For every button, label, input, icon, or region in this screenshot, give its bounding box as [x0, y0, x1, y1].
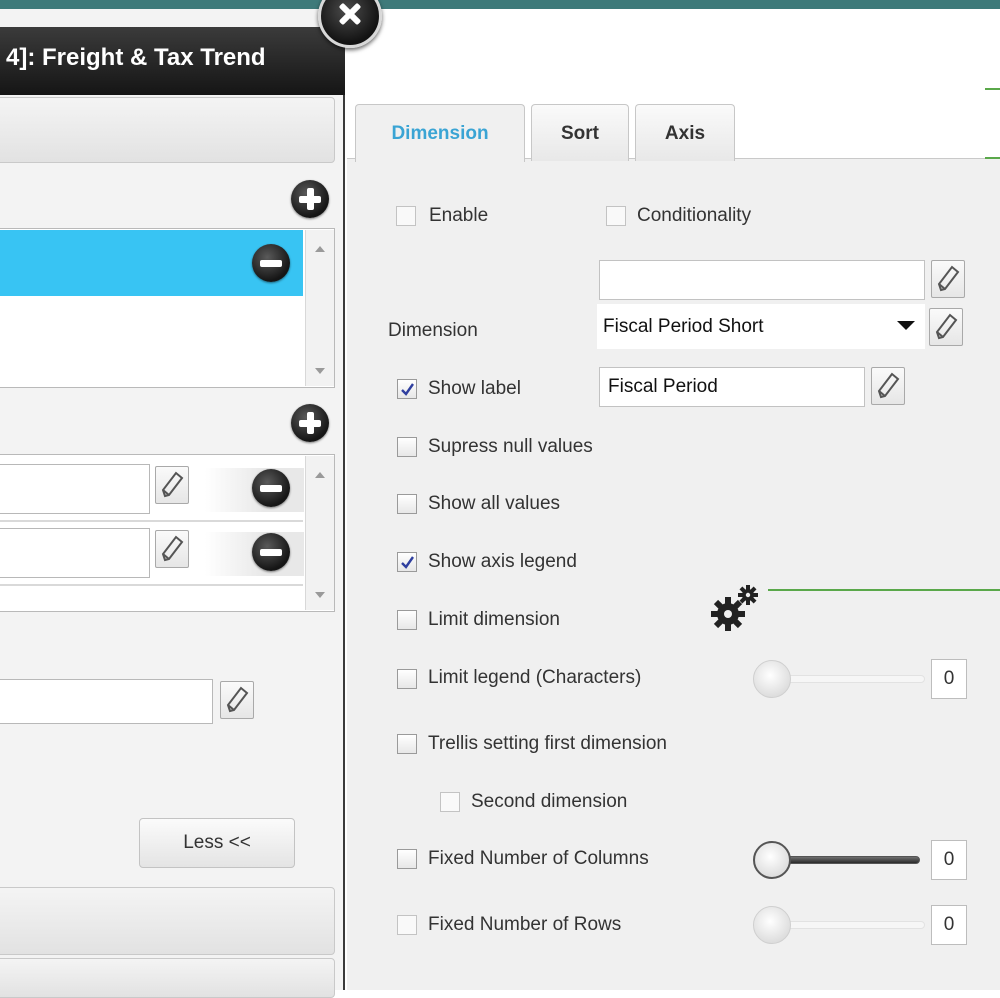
section-header[interactable]	[0, 97, 335, 163]
show-axis-legend-checkbox[interactable]	[397, 552, 417, 572]
conditionality-checkbox[interactable]	[606, 206, 626, 226]
bottom-field[interactable]	[0, 679, 213, 724]
show-label-label: Show label	[428, 378, 521, 399]
enable-label: Enable	[429, 205, 489, 226]
fixed-columns-slider-handle[interactable]	[753, 841, 791, 879]
dimension-select[interactable]: Fiscal Period Short	[597, 304, 925, 349]
show-axis-legend-label: Show axis legend	[428, 551, 577, 572]
show-label-checkbox[interactable]	[397, 379, 417, 399]
fixed-rows-slider-track[interactable]	[768, 921, 925, 929]
edit-pencil-icon[interactable]	[871, 367, 905, 405]
fixed-columns-value[interactable]: 0	[931, 840, 967, 880]
limit-legend-slider-track[interactable]	[768, 675, 925, 683]
trellis-first-checkbox[interactable]	[397, 734, 417, 754]
fixed-rows-checkbox[interactable]	[397, 915, 417, 935]
section-header[interactable]	[0, 958, 335, 998]
scroll-down-icon[interactable]	[315, 368, 325, 374]
edit-pencil-icon[interactable]	[931, 260, 965, 298]
expression-field[interactable]	[0, 464, 150, 514]
remove-icon[interactable]	[252, 244, 290, 282]
edit-pencil-icon[interactable]	[155, 466, 189, 504]
fixed-rows-label: Fixed Number of Rows	[428, 914, 622, 935]
remove-icon[interactable]	[252, 533, 290, 571]
condition-field[interactable]	[599, 260, 925, 300]
scroll-up-icon[interactable]	[315, 472, 325, 478]
edit-pencil-icon[interactable]	[220, 681, 254, 719]
scroll-down-icon[interactable]	[315, 592, 325, 598]
tab-axis[interactable]: Axis	[635, 104, 735, 161]
remove-icon[interactable]	[252, 469, 290, 507]
second-dimension-label: Second dimension	[471, 791, 628, 812]
fixed-columns-label: Fixed Number of Columns	[428, 848, 649, 869]
show-all-values-label: Show all values	[428, 493, 561, 514]
add-icon[interactable]	[291, 404, 329, 442]
suppress-null-label: Supress null values	[428, 436, 593, 457]
less-button[interactable]: Less <<	[139, 818, 295, 868]
enable-checkbox[interactable]	[396, 206, 416, 226]
limit-legend-checkbox[interactable]	[397, 669, 417, 689]
edit-pencil-icon[interactable]	[929, 308, 963, 346]
fixed-columns-checkbox[interactable]	[397, 849, 417, 869]
conditionality-label: Conditionality	[637, 205, 752, 226]
show-all-values-checkbox[interactable]	[397, 494, 417, 514]
top-bar	[0, 0, 1000, 9]
list-scrollbar[interactable]	[305, 230, 334, 386]
trellis-first-label: Trellis setting first dimension	[428, 733, 667, 754]
scroll-up-icon[interactable]	[315, 246, 325, 252]
suppress-null-checkbox[interactable]	[397, 437, 417, 457]
dimension-label: Dimension	[388, 320, 478, 341]
limit-dimension-label: Limit dimension	[428, 609, 560, 630]
second-dimension-checkbox[interactable]	[440, 792, 460, 812]
section-header[interactable]	[0, 887, 335, 955]
limit-legend-slider-handle[interactable]	[753, 660, 791, 698]
limit-legend-label: Limit legend (Characters)	[428, 667, 642, 688]
gear-icon[interactable]	[708, 582, 768, 634]
fixed-rows-slider-handle[interactable]	[753, 906, 791, 944]
chevron-down-icon[interactable]	[897, 321, 915, 330]
expression-field[interactable]	[0, 528, 150, 578]
list-scrollbar[interactable]	[305, 456, 334, 610]
edit-pencil-icon[interactable]	[155, 530, 189, 568]
limit-legend-value[interactable]: 0	[931, 659, 967, 699]
add-icon[interactable]	[291, 180, 329, 218]
fixed-rows-value[interactable]: 0	[931, 905, 967, 945]
tab-sort[interactable]: Sort	[531, 104, 629, 161]
tab-dimension[interactable]: Dimension	[355, 104, 525, 162]
show-label-field[interactable]: Fiscal Period	[599, 367, 865, 407]
window-title: 4]: Freight & Tax Trend	[0, 27, 345, 95]
limit-dimension-checkbox[interactable]	[397, 610, 417, 630]
